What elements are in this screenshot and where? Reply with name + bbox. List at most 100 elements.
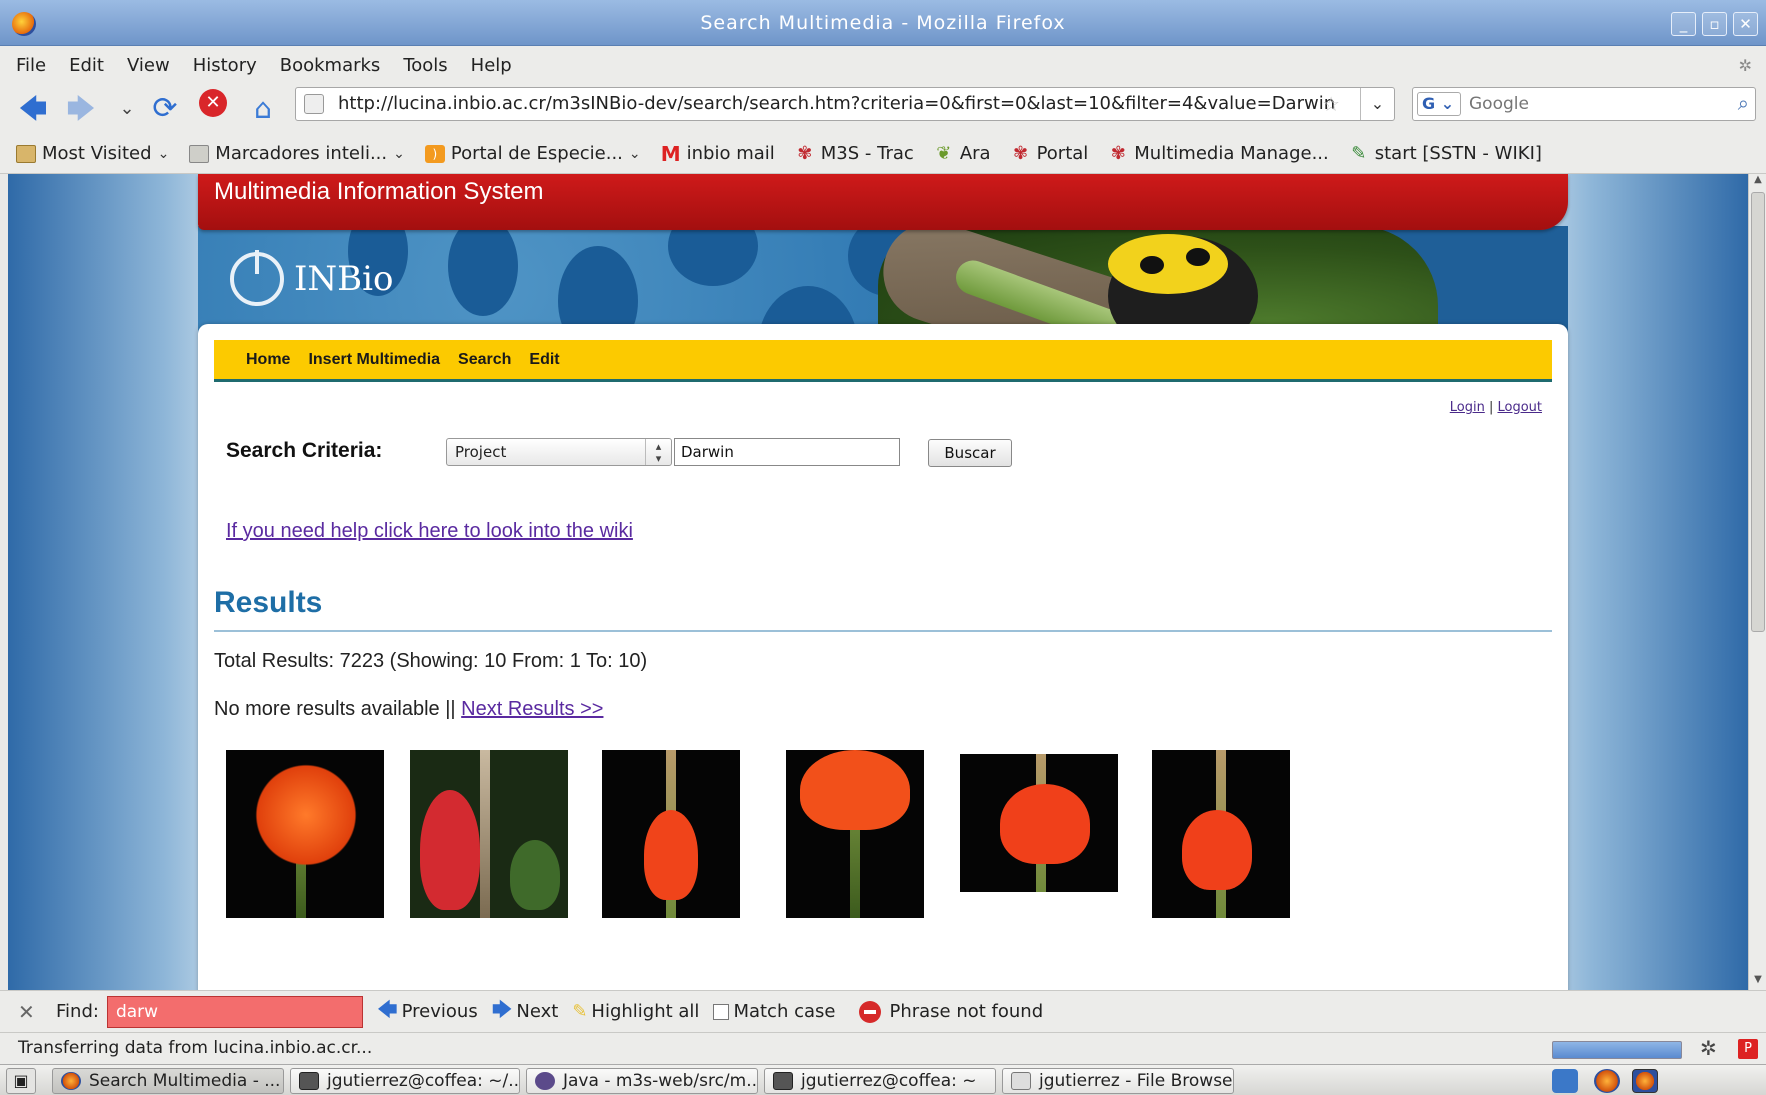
task-terminal-2[interactable]: jgutierrez@coffea: ~ [764, 1068, 996, 1094]
window-title: Search Multimedia - Mozilla Firefox [700, 12, 1066, 34]
bookmark-portal[interactable]: ✾ Portal [1011, 143, 1089, 164]
close-find-icon[interactable]: ✕ [18, 1000, 40, 1024]
menu-file[interactable]: File [16, 55, 46, 76]
menu-edit[interactable]: Edit [69, 55, 104, 76]
task-eclipse[interactable]: Java - m3s-web/src/m... [526, 1068, 758, 1094]
next-results-link[interactable]: Next Results >> [461, 698, 603, 720]
vertical-scrollbar[interactable]: ▲ ▼ [1748, 174, 1766, 990]
highlighter-icon: ✎ [572, 1001, 588, 1022]
select-arrows-icon: ▴ ▾ [645, 439, 671, 465]
nav-edit[interactable]: Edit [529, 351, 559, 369]
menu-view[interactable]: View [127, 55, 170, 76]
minimize-button[interactable]: _ [1671, 12, 1696, 36]
match-case-checkbox[interactable]: Match case [713, 1001, 835, 1022]
network-tray-icon[interactable] [1552, 1069, 1578, 1093]
flower-photo-3[interactable] [602, 750, 740, 918]
logo-text: INBio [294, 259, 394, 299]
back-arrow-icon[interactable]: 🡄 [16, 92, 50, 126]
firefox-launcher-icon[interactable] [1632, 1069, 1658, 1093]
nav-search[interactable]: Search [458, 351, 511, 369]
find-input[interactable] [106, 995, 363, 1028]
scroll-up-icon[interactable]: ▲ [1749, 174, 1766, 190]
activity-throbber-icon: ✲ [1738, 55, 1752, 75]
bookmark-label: Portal [1036, 143, 1089, 164]
site-identity-icon[interactable] [304, 94, 324, 114]
firefox-tray-icon[interactable] [1594, 1069, 1620, 1093]
bookmark-ara[interactable]: ❦ Ara [934, 143, 990, 164]
title-bar: Search Multimedia - Mozilla Firefox _ ▫ … [0, 0, 1766, 46]
stop-icon[interactable]: ✕ [199, 89, 227, 117]
find-previous-button[interactable]: 🡄 Previous [377, 995, 478, 1029]
main-panel: Home Insert Multimedia Search Edit Login… [198, 324, 1568, 990]
scroll-down-icon[interactable]: ▼ [1749, 974, 1766, 990]
bookmark-start-wiki[interactable]: ✎ start [SSTN - WIKI] [1349, 143, 1542, 164]
forward-arrow-icon[interactable]: 🡆 [64, 92, 98, 126]
web-search-bar[interactable]: G ⌄ ⌕ [1412, 87, 1756, 121]
bookmark-label: M3S - Trac [820, 143, 914, 164]
find-next-button[interactable]: 🡆 Next [492, 995, 559, 1029]
url-history-dropdown[interactable]: ⌄ [1360, 88, 1394, 120]
menu-bookmarks[interactable]: Bookmarks [280, 55, 381, 76]
flower-photo-1[interactable] [226, 750, 384, 918]
history-dropdown-icon[interactable]: ⌄ [110, 92, 144, 126]
task-file-browser[interactable]: jgutierrez - File Browser [1002, 1068, 1234, 1094]
bookmark-portal-especie[interactable]: ) Portal de Especie... ⌄ [424, 143, 641, 164]
flower-photo-2[interactable] [410, 750, 568, 918]
nav-insert-multimedia[interactable]: Insert Multimedia [308, 351, 440, 369]
buscar-button[interactable]: Buscar [928, 439, 1012, 467]
task-firefox[interactable]: Search Multimedia - ... [52, 1068, 284, 1094]
site-title: Multimedia Information System [214, 178, 544, 205]
menu-help[interactable]: Help [471, 55, 512, 76]
web-search-input[interactable] [1469, 92, 1709, 116]
bookmark-m3s-trac[interactable]: ✾ M3S - Trac [795, 143, 914, 164]
taskbar: ▣ Search Multimedia - ... jgutierrez@cof… [0, 1064, 1766, 1095]
menu-history[interactable]: History [193, 55, 257, 76]
loading-progress-bar [1552, 1041, 1682, 1059]
search-icon[interactable]: ⌕ [1738, 91, 1749, 115]
results-divider [214, 630, 1552, 632]
menu-tools[interactable]: Tools [403, 55, 447, 76]
login-links: Login | Logout [1450, 400, 1542, 415]
bookmark-star-icon[interactable]: ☆ [1322, 92, 1340, 116]
bookmark-multimedia-manager[interactable]: ✾ Multimedia Manage... [1108, 143, 1329, 164]
logout-link[interactable]: Logout [1497, 400, 1542, 415]
help-wiki-link[interactable]: If you need help click here to look into… [226, 520, 633, 543]
paw-icon: ✾ [797, 142, 813, 164]
pagination-text: No more results available || Next Result… [214, 698, 603, 721]
bookmark-most-visited[interactable]: Most Visited ⌄ [16, 143, 169, 164]
home-icon[interactable]: ⌂ [246, 92, 280, 126]
login-link[interactable]: Login [1450, 400, 1485, 415]
pdf-addon-icon[interactable]: P [1738, 1039, 1758, 1059]
find-status-text: Phrase not found [889, 1001, 1044, 1022]
flower-photo-4[interactable] [786, 750, 924, 918]
addon-gear-icon[interactable]: ✲ [1700, 1036, 1717, 1060]
inbio-logo[interactable]: INBio [230, 250, 394, 306]
result-thumbnails [198, 750, 1568, 920]
criteria-select[interactable]: Project ▴ ▾ [446, 438, 672, 466]
task-label: jgutierrez@coffea: ~/... [327, 1071, 520, 1091]
highlight-all-button[interactable]: ✎ Highlight all [572, 1001, 699, 1022]
criteria-value-input[interactable]: Darwin [674, 438, 900, 466]
url-bar[interactable]: http://lucina.inbio.ac.cr/m3sINBio-dev/s… [295, 87, 1395, 121]
bookmark-inbio-mail[interactable]: Minbio mail [661, 143, 775, 164]
menu-bar: File Edit View History Bookmarks Tools H… [0, 46, 1766, 84]
find-bar: ✕ Find: 🡄Previous 🡆Next ✎Highlight all M… [0, 990, 1766, 1032]
bookmark-marcadores[interactable]: Marcadores inteli... ⌄ [189, 143, 405, 164]
show-desktop-icon[interactable]: ▣ [6, 1068, 36, 1094]
task-label: Java - m3s-web/src/m... [563, 1071, 758, 1091]
eclipse-icon [535, 1072, 555, 1090]
task-terminal-1[interactable]: jgutierrez@coffea: ~/... [290, 1068, 520, 1094]
flower-photo-6[interactable] [1152, 750, 1290, 918]
reload-icon[interactable]: ⟳ [148, 92, 182, 126]
search-engine-selector[interactable]: G ⌄ [1417, 92, 1461, 116]
scrollbar-thumb[interactable] [1751, 192, 1765, 632]
chevron-down-icon: ⌄ [157, 145, 170, 162]
url-text[interactable]: http://lucina.inbio.ac.cr/m3sINBio-dev/s… [338, 93, 1335, 114]
nav-home[interactable]: Home [246, 351, 290, 369]
maximize-button[interactable]: ▫ [1702, 12, 1727, 36]
flower-photo-5[interactable] [960, 754, 1118, 892]
chevron-down-icon: ⌄ [628, 145, 641, 162]
firefox-window: Search Multimedia - Mozilla Firefox _ ▫ … [0, 0, 1766, 1095]
checkbox-icon[interactable] [713, 1003, 730, 1020]
close-button[interactable]: ✕ [1733, 12, 1758, 36]
